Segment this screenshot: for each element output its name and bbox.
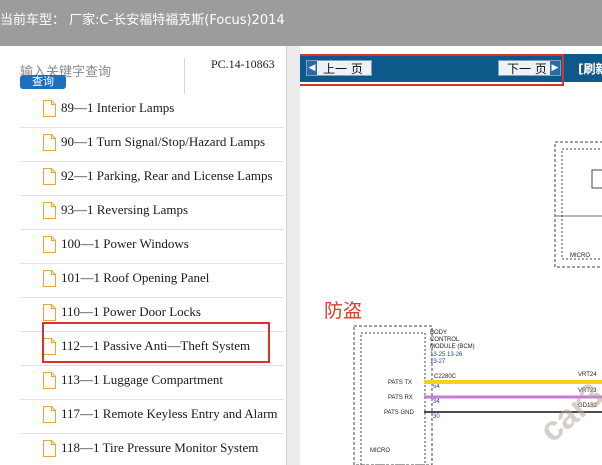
- list-item-label: 93—1 Reversing Lamps: [61, 202, 189, 217]
- section-title: 防盗: [324, 300, 363, 322]
- refresh-link[interactable]: [刷新: [578, 60, 602, 77]
- upper-module-inner: [561, 148, 602, 260]
- search-button[interactable]: 查询: [20, 75, 66, 89]
- list-item-label: 118—1 Tire Pressure Monitor System: [61, 440, 259, 455]
- document-code: PC.14-10863: [211, 57, 275, 71]
- list-item[interactable]: 90—1 Turn Signal/Stop/Hazard Lamps: [20, 128, 284, 162]
- document-icon: [43, 372, 56, 389]
- pin-name-pats-rx: PATS RX: [388, 395, 413, 401]
- pin-number-54: 54: [433, 384, 440, 390]
- pin-number-34: 34: [433, 399, 440, 405]
- wire-label-vrt24: VRT24: [578, 372, 597, 378]
- list-item[interactable]: 100—1 Power Windows: [20, 230, 284, 264]
- list-item-label: 101—1 Roof Opening Panel: [61, 270, 210, 285]
- pin-number-30: 30: [433, 414, 440, 420]
- bcm-title-3: MODULE (BCM): [430, 344, 475, 350]
- list-item[interactable]: 117—1 Remote Keyless Entry and Alarm: [20, 400, 284, 434]
- bcm-title-2: CONTROL: [430, 337, 460, 343]
- list-item-label: 117—1 Remote Keyless Entry and Alarm: [61, 406, 278, 421]
- list-item-label: 90—1 Turn Signal/Stop/Hazard Lamps: [61, 134, 266, 149]
- bcm-title-1: BODY: [430, 330, 447, 336]
- list-item[interactable]: 113—1 Luggage Compartment: [20, 366, 284, 400]
- watermark: car3: [533, 376, 602, 450]
- document-icon: [43, 270, 56, 287]
- list-item-label: 92—1 Parking, Rear and License Lamps: [61, 168, 273, 183]
- list-item[interactable]: 93—1 Reversing Lamps: [20, 196, 284, 230]
- pin-name-pats-tx: PATS TX: [388, 380, 412, 386]
- bcm-micro-label: MICRO: [370, 448, 390, 454]
- upper-module-component: [591, 169, 602, 189]
- list-item-label: 100—1 Power Windows: [61, 236, 189, 251]
- wiring-diagram: MICRO BODY CONTROL MODULE (BCM) 13-25 13…: [353, 141, 602, 465]
- document-icon: [43, 168, 56, 185]
- list-item[interactable]: 92—1 Parking, Rear and License Lamps: [20, 162, 284, 196]
- divider: [184, 58, 185, 94]
- document-icon: [43, 134, 56, 151]
- left-panel: 输入关键字查询 查询 PC.14-10863 89—1 Interior Lam…: [0, 46, 286, 465]
- bcm-pages-2: 13-27: [430, 359, 446, 365]
- upper-micro-label: MICRO: [570, 253, 590, 259]
- document-viewer: ◀ 上一 页 下一 页 ▶ [刷新 MICRO BODY CONTROL MOD…: [300, 46, 602, 465]
- list-item-label: 113—1 Luggage Compartment: [61, 372, 223, 387]
- document-icon: [43, 100, 56, 117]
- list-item[interactable]: 89—1 Interior Lamps: [20, 94, 284, 128]
- document-icon: [43, 236, 56, 253]
- bcm-pages-1: 13-25 13-26: [430, 352, 463, 358]
- document-icon: [43, 202, 56, 219]
- top-bar: 当前车型： 厂家:C-长安福特福克斯(Focus)2014: [0, 0, 602, 46]
- panel-splitter[interactable]: [286, 46, 301, 465]
- vehicle-title: 当前车型： 厂家:C-长安福特福克斯(Focus)2014: [0, 13, 285, 28]
- list-item[interactable]: 118—1 Tire Pressure Monitor System: [20, 434, 284, 465]
- list-item[interactable]: 101—1 Roof Opening Panel: [20, 264, 284, 298]
- selected-item-highlight: [42, 322, 270, 363]
- pin-name-pats-gnd: PATS GND: [384, 410, 414, 416]
- connector-label: C2280C: [434, 374, 457, 380]
- document-icon: [43, 304, 56, 321]
- list-item-label: 89—1 Interior Lamps: [61, 100, 175, 115]
- list-item-label: 110—1 Power Door Locks: [61, 304, 201, 319]
- document-icon: [43, 440, 56, 457]
- document-icon: [43, 406, 56, 423]
- navigation-highlight: [300, 54, 564, 86]
